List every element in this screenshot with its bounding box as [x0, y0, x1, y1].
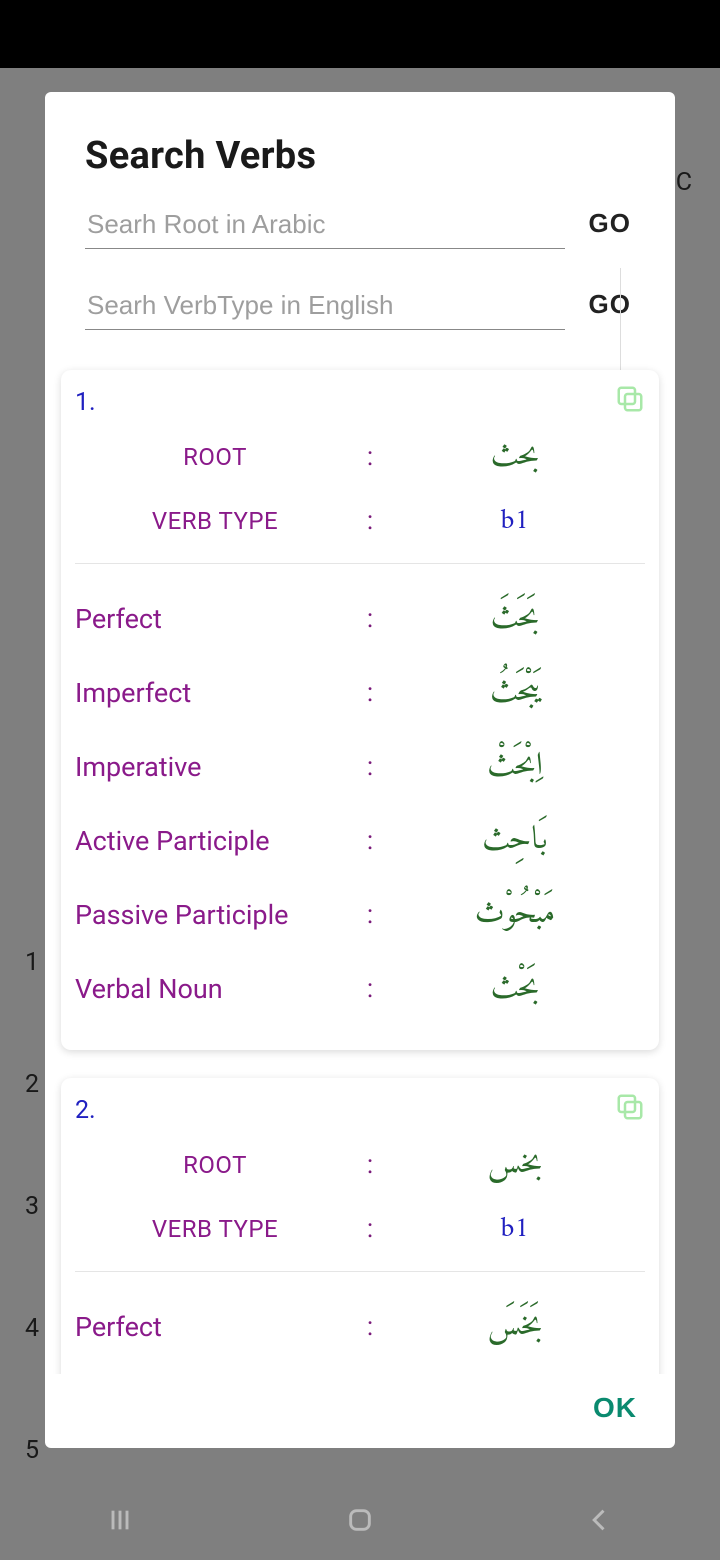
- dialog-title: Search Verbs: [85, 134, 635, 178]
- colon: :: [355, 752, 385, 782]
- search-root-row: GO: [85, 198, 635, 249]
- colon: :: [355, 442, 385, 472]
- colon: :: [355, 1214, 385, 1244]
- search-verbtype-input[interactable]: [85, 282, 565, 330]
- value-root: بحث: [385, 429, 645, 485]
- label-verb-type: VERB TYPE: [75, 507, 355, 535]
- colon: :: [355, 604, 385, 634]
- status-bar: [0, 0, 720, 68]
- label-root: ROOT: [75, 1151, 355, 1179]
- value-verb-type: b1: [385, 497, 645, 546]
- value-imperfect: يَبْحَثُ: [385, 665, 645, 721]
- value-verb-type: b1: [385, 1205, 645, 1254]
- search-verbs-dialog: Search Verbs GO GO 1. ROOT : بحث VERB TY…: [45, 92, 675, 1448]
- card-index: 1.: [75, 388, 645, 417]
- colon: :: [355, 506, 385, 536]
- ok-button[interactable]: OK: [593, 1392, 637, 1424]
- value-verbal-noun: بَحْث: [385, 961, 645, 1017]
- back-button[interactable]: [580, 1500, 620, 1540]
- label-root: ROOT: [75, 443, 355, 471]
- colon: :: [355, 900, 385, 930]
- label-verbal-noun: Verbal Noun: [75, 973, 355, 1005]
- label-perfect: Perfect: [75, 1311, 355, 1343]
- value-passive-participle: مَبْحُوْث: [385, 887, 645, 943]
- label-imperative: Imperative: [75, 751, 355, 783]
- recents-button[interactable]: [100, 1500, 140, 1540]
- home-button[interactable]: [340, 1500, 380, 1540]
- value-perfect: بَحَثَ: [385, 591, 645, 647]
- value-root: بخس: [385, 1137, 645, 1193]
- card-index: 2.: [75, 1096, 645, 1125]
- colon: :: [355, 678, 385, 708]
- colon: :: [355, 974, 385, 1004]
- colon: :: [355, 826, 385, 856]
- value-active-participle: بَاحِث: [385, 813, 645, 869]
- value-perfect: بَخَسَ: [385, 1299, 645, 1355]
- label-verb-type: VERB TYPE: [75, 1215, 355, 1243]
- search-root-input[interactable]: [85, 201, 565, 249]
- copy-icon[interactable]: [615, 384, 645, 414]
- card-separator: [75, 563, 645, 564]
- go-button-type[interactable]: GO: [585, 279, 635, 330]
- copy-icon[interactable]: [615, 1092, 645, 1122]
- android-nav-bar: [0, 1480, 720, 1560]
- go-button-root[interactable]: GO: [585, 198, 635, 249]
- card-separator: [75, 1271, 645, 1272]
- result-card: 1. ROOT : بحث VERB TYPE : b1 Perfect : ب…: [61, 370, 659, 1050]
- label-perfect: Perfect: [75, 603, 355, 635]
- result-card: 2. ROOT : بخس VERB TYPE : b1 Perfect : ب…: [61, 1078, 659, 1374]
- colon: :: [355, 1312, 385, 1342]
- results-list[interactable]: 1. ROOT : بحث VERB TYPE : b1 Perfect : ب…: [45, 360, 675, 1374]
- search-type-row: GO: [85, 279, 635, 330]
- value-imperative: اِبْحَثْ: [385, 739, 645, 795]
- colon: :: [355, 1150, 385, 1180]
- label-active-participle: Active Participle: [75, 825, 355, 857]
- label-passive-participle: Passive Participle: [75, 899, 355, 931]
- label-imperfect: Imperfect: [75, 677, 355, 709]
